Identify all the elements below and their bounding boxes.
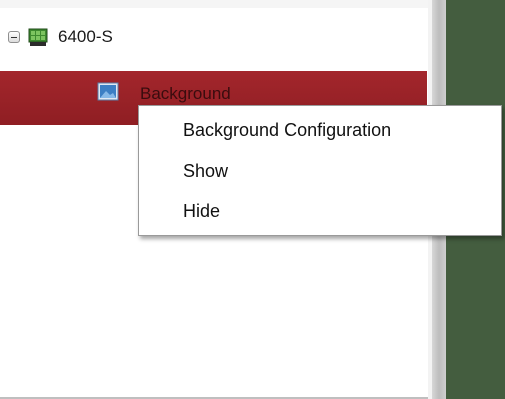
minus-expander-icon[interactable] xyxy=(8,31,20,43)
context-menu: Background Configuration Show Hide xyxy=(138,105,502,236)
tree-root-label: 6400-S xyxy=(58,27,113,46)
tree-item-background-label: Background xyxy=(140,84,231,103)
menu-item-hide[interactable]: Hide xyxy=(183,201,220,222)
menu-item-show[interactable]: Show xyxy=(183,161,228,182)
menu-item-background-configuration[interactable]: Background Configuration xyxy=(183,120,391,141)
video-wall-device-icon xyxy=(28,27,48,47)
background-image-icon xyxy=(97,82,119,102)
tree-node-root[interactable]: 6400-S xyxy=(8,26,113,48)
